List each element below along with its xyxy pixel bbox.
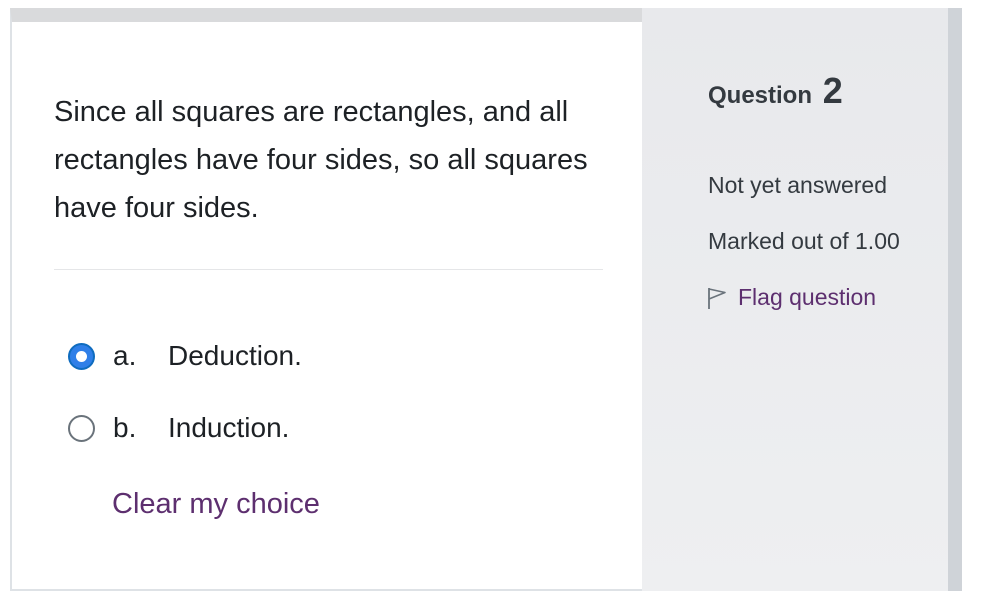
question-info-panel: Question 2 Not yet answered Marked out o… [642,8,948,591]
question-content-panel: Since all squares are rectangles, and al… [10,8,642,591]
flag-question-label: Flag question [738,284,877,310]
flag-question-button[interactable]: Flag question [706,284,876,311]
flag-icon [708,287,726,309]
question-text: Since all squares are rectangles, and al… [54,96,588,224]
option-letter-a: a. [113,340,137,371]
option-label-b: Induction. [168,412,290,443]
radio-button-b[interactable] [68,414,95,442]
question-heading-label: Question [708,82,813,109]
option-letter-b: b. [113,412,137,443]
option-label-a: Deduction. [168,340,302,371]
question-heading: Question 2 [708,70,843,112]
answer-option-a[interactable]: a. Deduction. [68,336,302,376]
question-state: Not yet answered [708,172,887,198]
question-grade: Marked out of 1.00 [708,228,900,254]
radio-button-a[interactable] [68,342,95,370]
question-number: 2 [822,70,843,111]
answer-option-b[interactable]: b. Induction. [68,408,289,448]
info-panel-edge [948,8,962,591]
divider [54,269,603,270]
clear-choice-link[interactable]: Clear my choice [112,488,320,521]
